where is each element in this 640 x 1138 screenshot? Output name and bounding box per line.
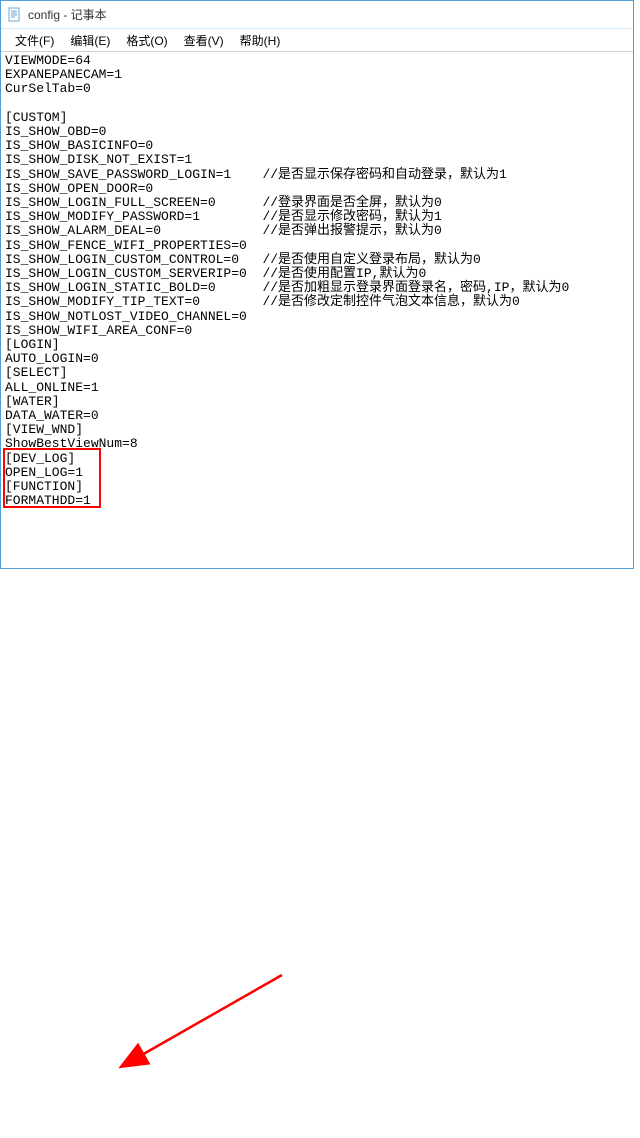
notepad-window: config - 记事本 文件(F) 编辑(E) 格式(O) 查看(V) 帮助(… (0, 0, 634, 569)
notepad-icon (7, 7, 23, 23)
menu-bar: 文件(F) 编辑(E) 格式(O) 查看(V) 帮助(H) (1, 29, 633, 51)
menu-view[interactable]: 查看(V) (176, 30, 232, 51)
annotation-arrow (0, 569, 640, 1138)
text-content-area[interactable]: VIEWMODE=64 EXPANEPANECAM=1 CurSelTab=0 … (1, 51, 633, 568)
window-title: config - 记事本 (28, 6, 107, 23)
menu-help[interactable]: 帮助(H) (232, 30, 289, 51)
title-bar[interactable]: config - 记事本 (1, 1, 633, 29)
menu-edit[interactable]: 编辑(E) (62, 30, 118, 51)
menu-format[interactable]: 格式(O) (118, 30, 175, 51)
menu-file[interactable]: 文件(F) (7, 30, 62, 51)
